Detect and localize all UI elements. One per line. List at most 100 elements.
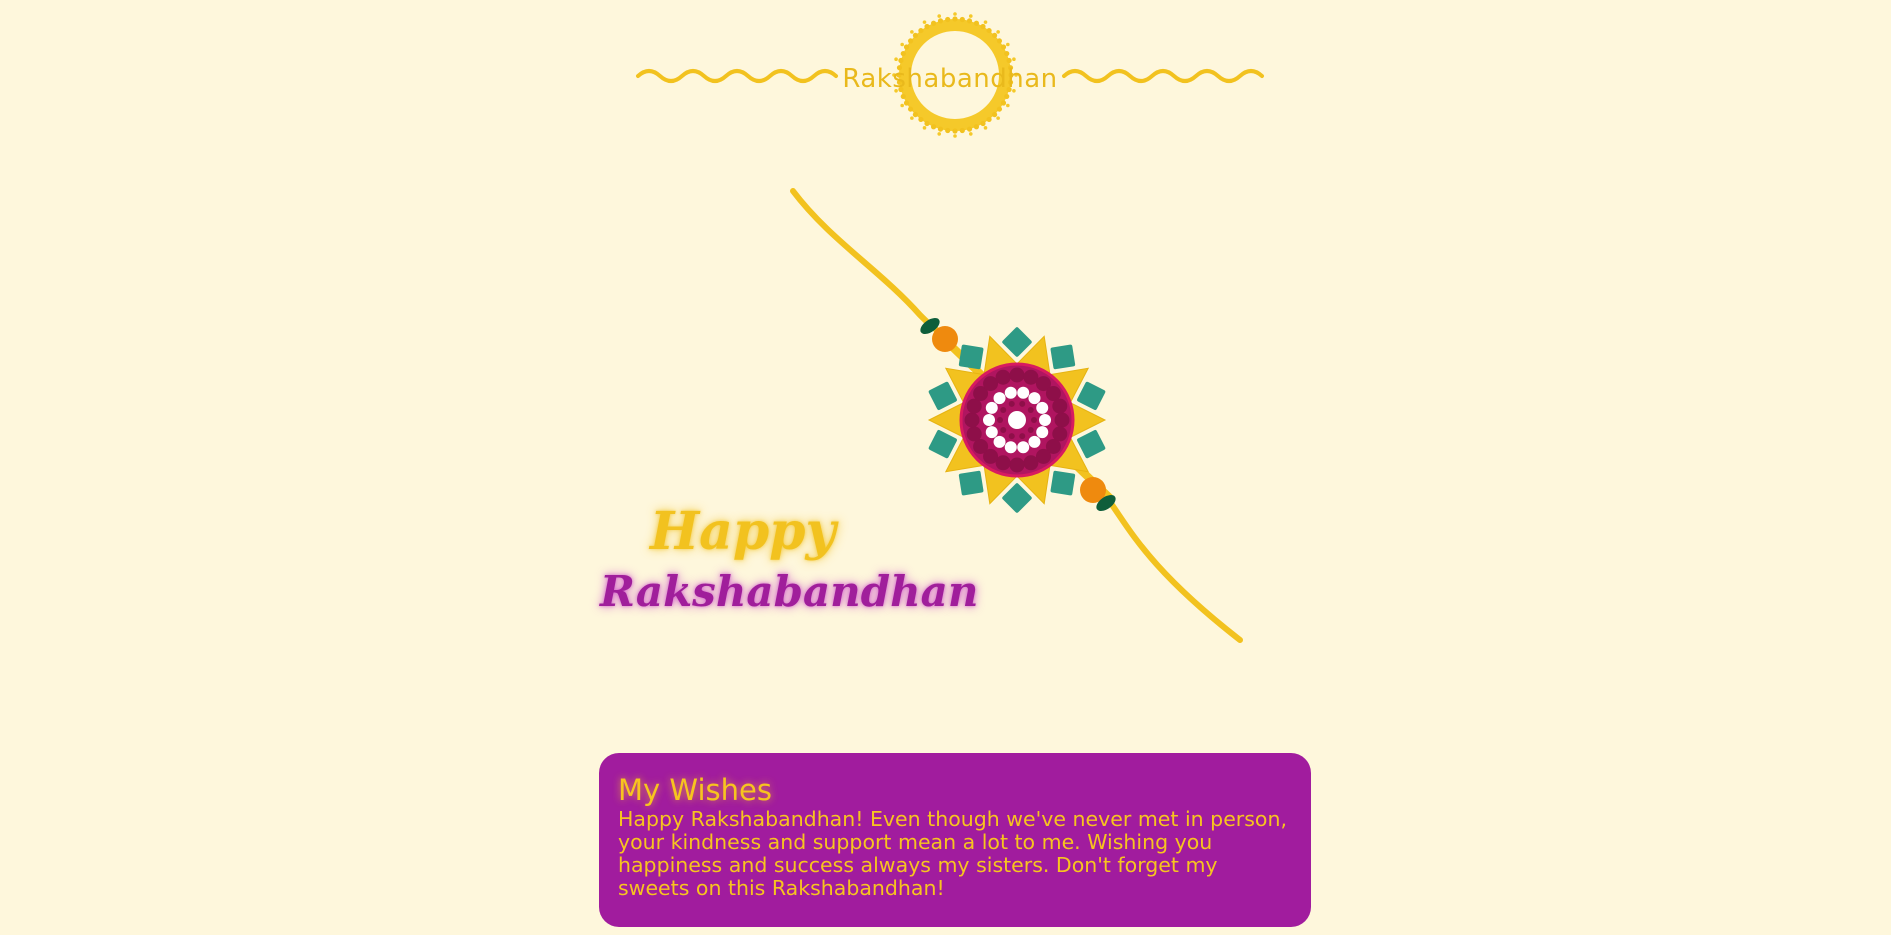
- sun-dot: [1004, 93, 1010, 100]
- sun-dot: [983, 126, 988, 130]
- rakhi-teal-petal: [1050, 344, 1076, 370]
- rakhi-inner-dot: [1008, 433, 1015, 440]
- sun-dot: [983, 20, 988, 24]
- sun-dot: [912, 32, 919, 39]
- header: Rakshabandhan: [630, 8, 1270, 144]
- sun-dot: [894, 57, 898, 62]
- rakhi-inner-dot: [1000, 426, 1007, 433]
- sun-dot: [924, 23, 930, 30]
- sun-dot: [959, 16, 965, 23]
- rakhi-teal-petal: [1077, 381, 1106, 411]
- rakhi-inner-dot: [1031, 417, 1037, 423]
- sun-dot: [900, 93, 906, 100]
- sun-dot: [996, 38, 1003, 44]
- sun-dot: [903, 44, 910, 50]
- wishes-card: My Wishes Happy Rakshabandhan! Even thou…: [599, 753, 1311, 927]
- sun-dot: [898, 57, 904, 64]
- rakhi-white-dot: [1039, 414, 1051, 426]
- sun-dot: [968, 14, 973, 18]
- rakhi-center-dot: [1008, 411, 1026, 429]
- rakhi-white-dot: [983, 414, 995, 426]
- sun-dot: [973, 20, 980, 26]
- sun-dot: [924, 120, 930, 127]
- sun-dot: [996, 116, 1000, 120]
- sun-dot: [918, 116, 924, 123]
- rakhi-white-dot: [985, 401, 998, 414]
- sun-dot: [1004, 50, 1010, 57]
- greeting-happy: Happy: [650, 501, 836, 562]
- wishes-message: Happy Rakshabandhan! Even though we've n…: [618, 807, 1287, 900]
- sun-dot: [937, 132, 942, 136]
- rakhi-inner-dot: [997, 417, 1003, 423]
- sun-dot: [986, 27, 992, 34]
- rakhi-teal-petal: [928, 381, 957, 411]
- sun-dot: [986, 116, 992, 123]
- rakhi-greeting-page: Rakshabandhan Happy Rakshabandhan My Wis…: [0, 0, 1891, 935]
- sun-dot: [937, 126, 944, 132]
- sun-dot: [952, 16, 958, 22]
- rakhi-white-dot: [1017, 386, 1030, 399]
- greeting-rakshabandhan: Rakshabandhan: [600, 567, 979, 616]
- header-title: Rakshabandhan: [842, 64, 1058, 94]
- sun-dot: [966, 126, 973, 132]
- sun-dot: [945, 16, 951, 23]
- rakhi-white-dot: [1028, 392, 1041, 405]
- sun-dot: [937, 14, 942, 18]
- wishes-title: My Wishes: [618, 773, 772, 807]
- sun-dot: [900, 103, 904, 108]
- rakhi-outer-dot: [995, 369, 1011, 385]
- sun-dot: [952, 128, 958, 134]
- sun-dot: [900, 42, 904, 47]
- sun-dot: [980, 120, 986, 127]
- sun-dot: [966, 18, 973, 24]
- sun-dot: [912, 111, 919, 118]
- sun-dot: [922, 20, 927, 24]
- sun-dot: [945, 127, 951, 134]
- rakhi-teal-petal: [928, 429, 957, 459]
- sun-dot: [918, 27, 924, 34]
- rakhi-teal-petal: [958, 344, 984, 370]
- rakhi-white-dot: [1036, 426, 1049, 439]
- sun-dot: [900, 50, 906, 57]
- rakhi-outer-dot: [1023, 455, 1039, 471]
- rakhi-outer-dot: [966, 426, 982, 442]
- rakhi-white-dot: [1017, 441, 1030, 454]
- sun-dot: [980, 23, 986, 30]
- sun-dot: [953, 12, 957, 16]
- rakhi-thread-right: [1107, 499, 1243, 643]
- rakhi-white-dot: [1036, 401, 1049, 414]
- sun-dot: [1000, 44, 1007, 50]
- rakhi-outer-dot: [1009, 367, 1025, 383]
- sun-dot: [903, 100, 910, 106]
- sun-dot: [910, 30, 914, 34]
- rakhi-white-dot: [1004, 441, 1017, 454]
- sun-dot: [907, 106, 914, 112]
- sun-dot: [910, 116, 914, 120]
- sun-dot: [937, 18, 944, 24]
- sun-dot: [996, 30, 1000, 34]
- rakhi-teal-petal: [958, 470, 984, 496]
- rakhi-inner-dot: [1027, 426, 1034, 433]
- rakhi-inner-dot: [1019, 433, 1026, 440]
- sun-dot: [1006, 103, 1010, 108]
- rakhi-inner-dot: [1019, 400, 1026, 407]
- sun-dot: [1000, 100, 1007, 106]
- sun-dot: [953, 134, 957, 138]
- sun-dot: [1006, 42, 1010, 47]
- sun-dot: [922, 126, 927, 130]
- sun-dot: [991, 111, 998, 118]
- sun-dot: [1012, 57, 1016, 62]
- sun-dot: [996, 106, 1003, 112]
- sun-dot: [973, 124, 980, 130]
- sun-dot: [930, 124, 937, 130]
- rakhi-inner-dot: [1008, 400, 1015, 407]
- rakhi-outer-dot: [964, 412, 980, 428]
- rakhi-bead-left: [932, 326, 958, 352]
- sun-dot: [959, 127, 965, 134]
- rakhi-white-dot: [1004, 386, 1017, 399]
- sun-dot: [1006, 57, 1012, 64]
- rakhi-outer-dot: [1052, 398, 1068, 414]
- greeting: Happy Rakshabandhan: [580, 501, 979, 622]
- rakhi-white-dot: [993, 435, 1006, 448]
- rakhi-white-dot: [985, 426, 998, 439]
